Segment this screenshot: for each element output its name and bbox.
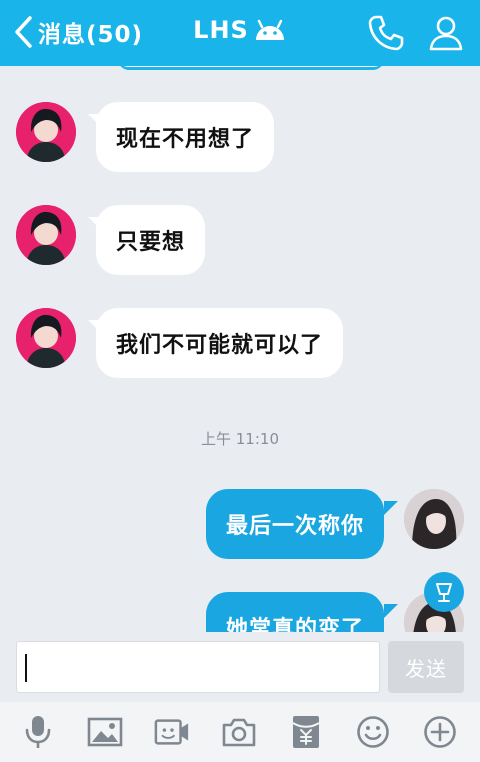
message-input[interactable]: [16, 641, 380, 693]
contact-avatar[interactable]: [16, 308, 76, 368]
message-text: 最后一次称你: [225, 514, 364, 539]
incoming-message-bubble[interactable]: 只要想: [96, 205, 206, 275]
emoji-button[interactable]: [355, 714, 391, 750]
more-options-button[interactable]: [422, 714, 458, 750]
avatar-image: [16, 102, 76, 162]
partial-message-bubble: [118, 66, 384, 70]
image-icon: [87, 717, 123, 747]
contact-avatar[interactable]: [16, 102, 76, 162]
phone-icon: [368, 15, 404, 51]
avatar-image: [16, 205, 76, 265]
message-text: 她常真的变了: [225, 617, 364, 632]
contact-profile-button[interactable]: [426, 13, 466, 57]
camera-icon: [222, 718, 256, 747]
message-text: 我们不可能就可以了: [116, 333, 324, 358]
input-toolbar: [0, 702, 480, 762]
message-text: 只要想: [116, 230, 186, 255]
video-call-icon: [154, 719, 189, 745]
title-bar: 消息(50) LHS: [0, 0, 480, 66]
send-label: 发送: [405, 656, 447, 681]
contact-name: LHS: [193, 16, 249, 44]
drink-icon: [436, 583, 452, 602]
incoming-message-bubble[interactable]: 我们不可能就可以了: [96, 308, 344, 378]
contact-avatar[interactable]: [16, 205, 76, 265]
chat-title: LHS: [0, 16, 480, 44]
plus-icon: [424, 716, 456, 748]
red-packet-icon: [292, 716, 320, 748]
text-cursor: [25, 654, 27, 682]
avatar-image: [404, 489, 464, 549]
bubble-tail: [384, 501, 398, 515]
user-icon: [429, 16, 463, 51]
outgoing-message-bubble[interactable]: 她常真的变了: [205, 592, 384, 632]
image-button[interactable]: [87, 714, 123, 750]
camera-button[interactable]: [221, 714, 257, 750]
incoming-message-bubble[interactable]: 现在不用想了: [96, 102, 275, 172]
microphone-icon: [25, 716, 51, 748]
voice-input-button[interactable]: [20, 714, 56, 750]
composer-bar: 发送: [0, 632, 480, 702]
red-packet-button[interactable]: [288, 714, 324, 750]
message-list[interactable]: 现在不用想了 只要想 我们不可能就可以了 上午 11:10 最后一次称你 她常真…: [0, 66, 480, 632]
emoji-icon: [357, 716, 389, 748]
android-icon: [255, 19, 284, 40]
outgoing-message-bubble[interactable]: 最后一次称你: [205, 489, 384, 559]
drink-badge[interactable]: [424, 572, 464, 612]
video-call-button[interactable]: [154, 714, 190, 750]
message-text: 现在不用想了: [116, 127, 255, 152]
message-timestamp: 上午 11:10: [201, 430, 279, 448]
bubble-tail: [384, 604, 398, 618]
avatar-image: [16, 308, 76, 368]
voice-call-button[interactable]: [366, 13, 406, 57]
my-avatar[interactable]: [404, 489, 464, 549]
send-button[interactable]: 发送: [388, 641, 464, 693]
